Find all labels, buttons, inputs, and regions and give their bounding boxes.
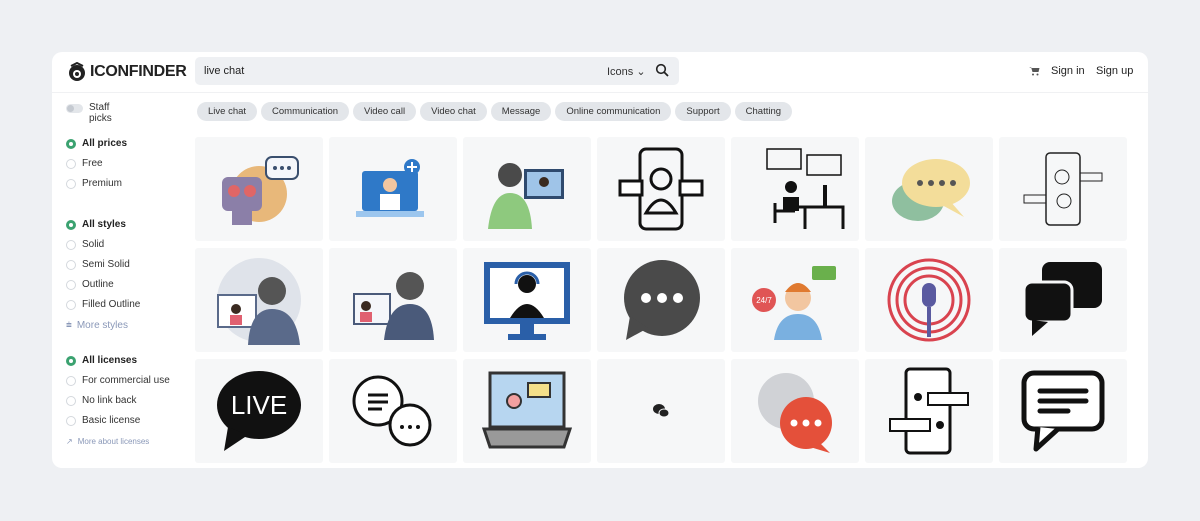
microphone-broadcast-icon: [887, 258, 971, 342]
external-link-icon: ↗: [66, 437, 73, 446]
search-icon[interactable]: [655, 63, 669, 77]
search-bar[interactable]: live chat Icons ⌄: [195, 57, 679, 85]
robot-chat-icon: [222, 156, 299, 225]
icon-tile[interactable]: [597, 137, 725, 241]
filter-all-prices[interactable]: All prices: [66, 138, 127, 149]
message-bubble-icon: [1021, 370, 1105, 452]
radio-icon[interactable]: [66, 178, 76, 189]
logo-icon: [69, 62, 85, 81]
staff-picks-toggle[interactable]: [66, 104, 83, 113]
phone-chat-users-icon: [889, 367, 969, 455]
tag[interactable]: Video chat: [420, 102, 487, 121]
icon-tile[interactable]: [463, 248, 591, 352]
icon-grid: 24/7 LIVE: [195, 137, 1127, 463]
icon-tile[interactable]: [463, 137, 591, 241]
filter-semi-solid[interactable]: Semi Solid: [66, 259, 130, 270]
video-call-person-icon: [488, 163, 564, 229]
search-input[interactable]: live chat: [204, 65, 244, 77]
icon-tile[interactable]: [731, 359, 859, 463]
icon-tile[interactable]: [865, 248, 993, 352]
tag[interactable]: Support: [675, 102, 731, 121]
radio-icon[interactable]: [66, 355, 76, 366]
icon-tile[interactable]: [329, 248, 457, 352]
support-monitor-icon: [484, 262, 570, 340]
filter-no-link-back[interactable]: No link back: [66, 395, 136, 406]
chat-small-icon: [653, 404, 670, 418]
radio-icon[interactable]: [66, 259, 76, 270]
video-call-doctor-icon: [356, 159, 424, 217]
filter-filled-outline[interactable]: Filled Outline: [66, 299, 140, 310]
speech-bubbles-color-icon: [892, 159, 970, 221]
expand-icon: ⩧: [66, 320, 72, 331]
filter-all-styles[interactable]: All styles: [66, 219, 126, 230]
tag[interactable]: Chatting: [734, 102, 793, 121]
phone-chat-outline-icon: [1023, 152, 1103, 226]
desk-chat-outline-icon: [766, 148, 845, 229]
sign-in-link[interactable]: Sign in: [1051, 65, 1085, 77]
svg-text:LIVE: LIVE: [231, 390, 287, 420]
laptop-video-chat-icon: [482, 371, 572, 449]
sign-up-link[interactable]: Sign up: [1096, 65, 1133, 77]
icon-tile[interactable]: [731, 137, 859, 241]
filter-basic-license[interactable]: Basic license: [66, 415, 140, 426]
tag[interactable]: Live chat: [197, 102, 258, 121]
icon-tile[interactable]: LIVE: [195, 359, 323, 463]
icon-tile[interactable]: [999, 137, 1127, 241]
icon-tile[interactable]: [329, 359, 457, 463]
icon-tile[interactable]: [329, 137, 457, 241]
chat-bubbles-gray-red-icon: [758, 373, 832, 453]
icon-tile[interactable]: [865, 359, 993, 463]
icon-tile[interactable]: [195, 248, 323, 352]
more-styles-link[interactable]: ⩧ More styles: [66, 320, 128, 331]
icon-tile[interactable]: [195, 137, 323, 241]
search-type-dropdown[interactable]: Icons ⌄: [607, 65, 646, 78]
icon-tile[interactable]: 24/7: [731, 248, 859, 352]
chat-bubbles-outline-icon: [352, 375, 432, 447]
tag[interactable]: Communication: [261, 102, 350, 121]
logo[interactable]: ICONFINDER: [67, 62, 187, 82]
tag[interactable]: Online communication: [555, 102, 672, 121]
radio-icon[interactable]: [66, 158, 76, 169]
speech-bubble-dots-icon: [624, 260, 700, 340]
tag[interactable]: Video call: [353, 102, 417, 121]
logo-text: ICONFINDER: [90, 63, 187, 80]
video-call-round-icon: [217, 258, 301, 345]
radio-icon[interactable]: [66, 299, 76, 310]
staff-picks-label: Staff picks: [89, 102, 112, 124]
radio-icon[interactable]: [66, 239, 76, 250]
related-tags: Live chat Communication Video call Video…: [197, 102, 793, 121]
phone-chat-person-icon: [618, 147, 704, 231]
radio-icon[interactable]: [66, 219, 76, 230]
filter-commercial[interactable]: For commercial use: [66, 375, 170, 386]
support-24-7-icon: 24/7: [752, 266, 836, 340]
filter-outline[interactable]: Outline: [66, 279, 114, 290]
filter-free[interactable]: Free: [66, 158, 103, 169]
icon-tile[interactable]: [463, 359, 591, 463]
header-divider: [52, 92, 1148, 93]
icon-tile[interactable]: [597, 359, 725, 463]
icon-tile[interactable]: [597, 248, 725, 352]
filter-premium[interactable]: Premium: [66, 178, 122, 189]
video-call-woman-icon: [353, 272, 434, 340]
radio-icon[interactable]: [66, 279, 76, 290]
filter-solid[interactable]: Solid: [66, 239, 104, 250]
radio-icon[interactable]: [66, 138, 76, 149]
radio-icon[interactable]: [66, 415, 76, 426]
cart-icon[interactable]: [1029, 66, 1040, 76]
icon-tile[interactable]: [999, 359, 1127, 463]
chat-bubbles-solid-icon: [1022, 262, 1102, 336]
icon-tile[interactable]: [865, 137, 993, 241]
main-card: ICONFINDER live chat Icons ⌄ Sign in Sig…: [52, 52, 1148, 468]
live-bubble-icon: LIVE: [217, 371, 301, 451]
svg-text:24/7: 24/7: [756, 296, 772, 305]
radio-icon[interactable]: [66, 395, 76, 406]
more-about-licenses-link[interactable]: ↗ More about licenses: [66, 437, 149, 446]
tag[interactable]: Message: [490, 102, 552, 121]
radio-icon[interactable]: [66, 375, 76, 386]
filter-all-licenses[interactable]: All licenses: [66, 355, 137, 366]
icon-tile[interactable]: [999, 248, 1127, 352]
